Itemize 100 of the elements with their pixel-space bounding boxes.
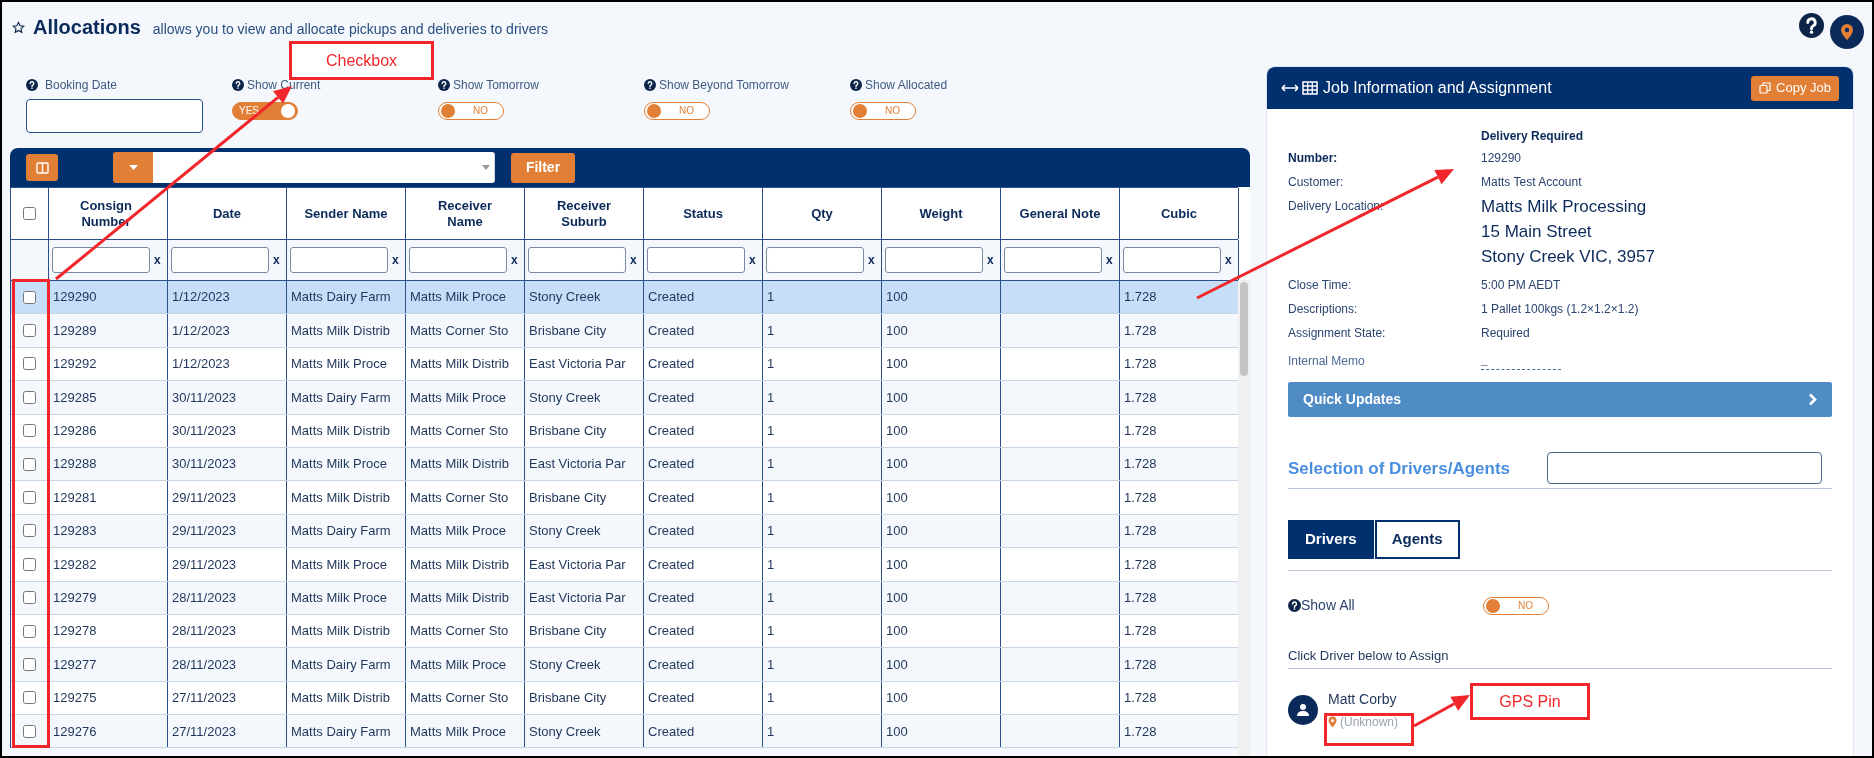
table-cell-text: Matts Milk Proce [410, 655, 507, 674]
clear-filter-button[interactable]: x [630, 251, 637, 269]
row-checkbox[interactable] [23, 290, 36, 304]
row-checkbox[interactable] [23, 357, 36, 371]
row-checkbox[interactable] [23, 524, 36, 538]
table-row[interactable]: 129279 28/11/2023 Matts Milk Proce Matts Milk Distrib East Victoria Par Created 1 100 1.728 [11, 581, 1238, 615]
help-icon[interactable] [232, 79, 244, 91]
star-icon[interactable] [12, 21, 25, 34]
table-row[interactable]: 129290 1/12/2023 Matts Dairy Farm Matts Milk Proce Stony Creek Created 1 100 1.728 [11, 281, 1238, 315]
column-filter-field[interactable] [409, 247, 507, 273]
date-field[interactable] [26, 99, 203, 133]
clear-filter-button[interactable]: x [511, 251, 518, 269]
table-row[interactable]: 129285 30/11/2023 Matts Dairy Farm Matts Milk Proce Stony Creek Created 1 100 1.728 [11, 381, 1238, 415]
table-cell-text: 1 [767, 355, 775, 374]
table-cell-text: 129279 [53, 588, 97, 607]
table-row[interactable]: 129286 30/11/2023 Matts Milk Distrib Matts Corner Sto Brisbane City Created 1 100 1.728 [11, 414, 1238, 448]
filter-select-field[interactable] [153, 152, 495, 183]
column-filter-field[interactable] [290, 247, 388, 273]
field-label: Internal Memo [1288, 353, 1366, 370]
column-filter-field[interactable] [647, 247, 745, 273]
scrollbar[interactable] [1238, 280, 1250, 756]
table-cell-text: 1.728 [1124, 722, 1157, 741]
column-filter-field[interactable] [885, 247, 983, 273]
clear-filter-button[interactable]: x [987, 251, 994, 269]
column-header[interactable]: Weight [919, 205, 963, 222]
help-icon[interactable] [850, 79, 862, 91]
tab[interactable]: Drivers [1288, 520, 1374, 559]
help-icon[interactable] [1799, 13, 1824, 38]
table-row[interactable]: 129292 1/12/2023 Matts Milk Proce Matts Milk Distrib East Victoria Par Created 1 100 1.728 [11, 347, 1238, 382]
clear-filter-button[interactable]: x [749, 251, 756, 269]
address-line: Matts Milk Processing [1481, 196, 1648, 218]
column-header[interactable]: Sender Name [304, 205, 388, 222]
table-row[interactable]: 129275 27/11/2023 Matts Milk Distrib Matts Corner Sto Brisbane City Created 1 100 1.728 [11, 681, 1238, 716]
row-checkbox[interactable] [23, 390, 36, 404]
column-header[interactable]: Receiver Suburb [539, 197, 629, 230]
help-icon[interactable] [644, 79, 656, 91]
table-cell-text: Created [648, 522, 695, 541]
table-cell-text: 1.728 [1124, 422, 1157, 440]
table-row[interactable]: 129289 1/12/2023 Matts Milk Distrib Matts Corner Sto Brisbane City Created 1 100 1.728 [11, 314, 1238, 348]
help-icon[interactable] [1288, 599, 1301, 612]
row-checkbox[interactable] [23, 624, 36, 638]
column-header[interactable]: Qty [811, 205, 833, 222]
table-cell-text: Matts Corner Sto [410, 422, 509, 440]
help-icon[interactable] [438, 79, 450, 91]
clear-filter-button[interactable]: x [1106, 251, 1113, 269]
row-checkbox[interactable] [23, 324, 36, 338]
panel-title: Job Information and Assignment [1323, 78, 1552, 98]
column-filter-field[interactable] [171, 247, 269, 273]
table-row[interactable]: 129282 29/11/2023 Matts Milk Proce Matts Milk Distrib East Victoria Par Created 1 100 1.728 [11, 548, 1238, 582]
column-filter-field[interactable] [52, 247, 150, 273]
table-cell-text: 1 [767, 722, 775, 741]
table-cell-text: 100 [886, 555, 908, 574]
column-filter-field[interactable] [766, 247, 864, 273]
row-checkbox[interactable] [23, 457, 36, 471]
column-header[interactable]: Date [212, 205, 242, 222]
column-header[interactable]: General Note [1019, 205, 1101, 222]
table-row[interactable]: 129281 29/11/2023 Matts Milk Distrib Matts Corner Sto Brisbane City Created 1 100 1.728 [11, 481, 1238, 515]
help-icon[interactable] [26, 79, 38, 91]
table-row[interactable]: 129277 28/11/2023 Matts Dairy Farm Matts Milk Proce Stony Creek Created 1 100 1.728 [11, 648, 1238, 682]
table-cell-text: 1 [767, 321, 775, 340]
row-checkbox[interactable] [23, 691, 36, 705]
table-row[interactable]: 129276 27/11/2023 Matts Dairy Farm Matts Milk Proce Stony Creek Created 1 100 1.728 [11, 715, 1238, 749]
table-cell-text: Matts Milk Proce [291, 555, 388, 574]
clear-filter-button[interactable]: x [868, 251, 875, 269]
column-header[interactable]: Receiver Name [420, 197, 510, 230]
table-cell-text: 27/11/2023 [172, 722, 237, 741]
row-checkbox[interactable] [23, 491, 36, 505]
quick-updates-bar[interactable]: Quick Updates [1288, 382, 1832, 417]
column-filter-field[interactable] [1123, 247, 1221, 273]
table-row[interactable]: 129283 29/11/2023 Matts Dairy Farm Matts Milk Proce Stony Creek Created 1 100 1.728 [11, 514, 1238, 549]
row-checkbox[interactable] [23, 424, 36, 438]
clear-filter-button[interactable]: x [273, 251, 280, 269]
clear-filter-button[interactable]: x [154, 251, 161, 269]
header-checkbox[interactable] [23, 207, 36, 220]
table-row[interactable]: 129288 30/11/2023 Matts Milk Proce Matts Milk Distrib East Victoria Par Created 1 100 1.728 [11, 447, 1238, 482]
clear-filter-button[interactable]: x [392, 251, 399, 269]
column-header[interactable]: Cubic [1160, 205, 1198, 222]
driver-search-field[interactable] [1547, 452, 1822, 484]
row-checkbox[interactable] [23, 724, 36, 738]
row-checkbox[interactable] [23, 658, 36, 671]
row-checkbox[interactable] [23, 591, 36, 605]
resize-arrows-icon[interactable] [1281, 84, 1299, 92]
table-cell-text: 1.728 [1124, 288, 1157, 307]
location-pin-icon[interactable] [1830, 15, 1864, 49]
column-filter-field[interactable] [1004, 247, 1102, 273]
columns-icon [35, 161, 49, 174]
memo-field[interactable]: _ [1481, 352, 1561, 370]
driver-name[interactable]: Matt Corby [1328, 688, 1399, 710]
table-cell-text: Brisbane City [529, 689, 607, 708]
clear-filter-button[interactable]: x [1225, 251, 1232, 269]
table-cell-text: Matts Milk Distrib [410, 455, 509, 474]
caret-icon [482, 165, 490, 170]
table-cell-text: 1.728 [1124, 488, 1157, 507]
table-row[interactable]: 129278 28/11/2023 Matts Milk Distrib Matts Corner Sto Brisbane City Created 1 100 1.728 [11, 614, 1238, 649]
columns-button[interactable] [26, 154, 58, 181]
row-checkbox[interactable] [23, 557, 36, 571]
column-header[interactable]: Status [683, 205, 723, 222]
annotation-arrow [1413, 695, 1470, 728]
tab[interactable]: Agents [1374, 520, 1460, 559]
column-filter-field[interactable] [528, 247, 626, 273]
